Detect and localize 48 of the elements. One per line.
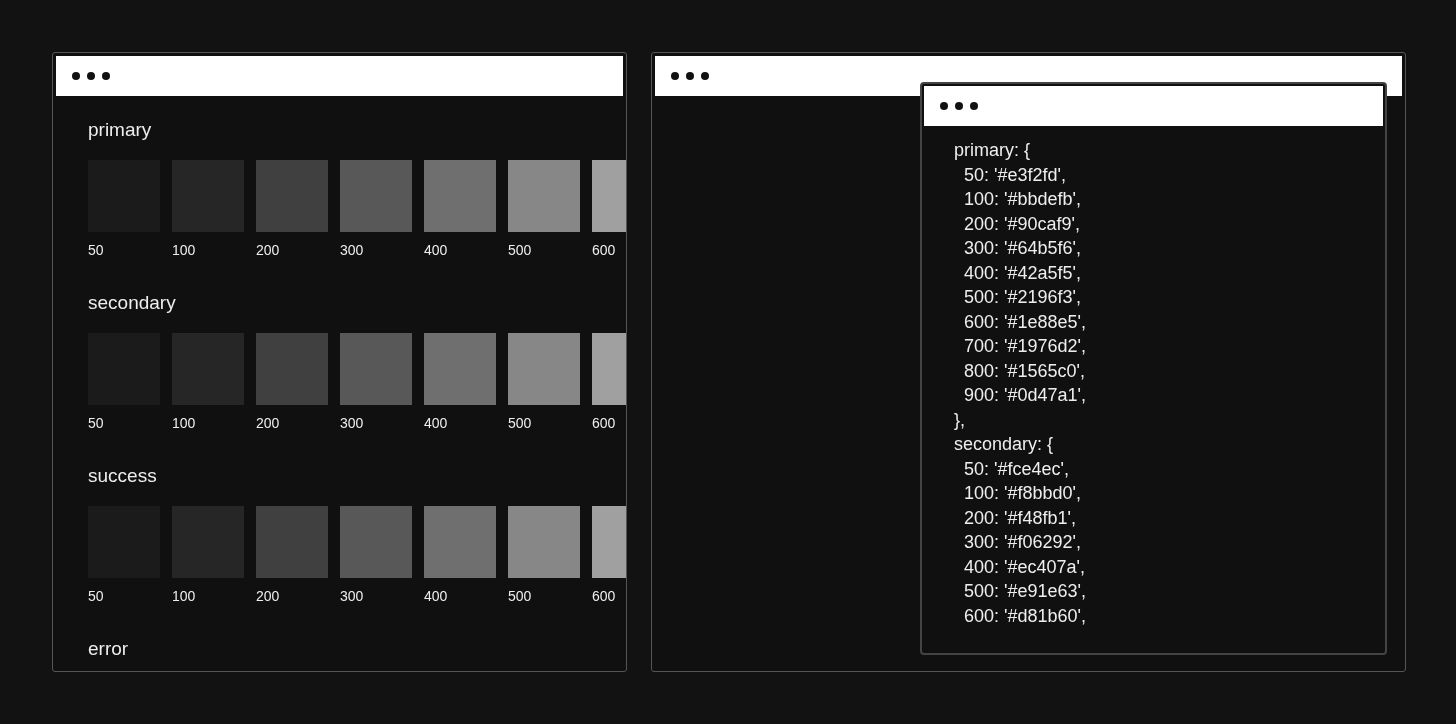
code-line: 300: '#64b5f6', [963,237,1081,260]
code-line: primary: { [954,139,1031,162]
palette-name: primary [88,118,152,142]
code-line: 400: '#42a5f5', [963,261,1081,285]
code-line: 200: '#f48fb1', [963,506,1076,530]
palette-name: secondary [88,291,176,315]
code-line: 300: '#f06292', [963,531,1081,554]
code-line: 800: '#1565c0', [963,359,1085,383]
swatch-label: 300 [340,588,364,604]
swatch-label: 300 [340,242,364,258]
swatch-label: 100 [172,242,196,258]
code-line: 400: '#ec407a', [963,555,1085,579]
code-line: }, [954,408,965,432]
code-line: 600: '#1e88e5', [963,310,1086,334]
swatch-label: 50 [88,242,104,258]
swatch-label: 400 [424,242,448,258]
code-line: 200: '#90caf9', [963,212,1080,236]
code-line: 50: '#fce4ec', [963,457,1069,481]
swatch-label: 100 [172,588,196,604]
swatch-label: 200 [256,415,280,431]
code-line: 900: '#0d47a1', [963,384,1086,407]
code-line: 600: '#d81b60', [963,604,1086,628]
swatch-label: 200 [256,588,280,604]
swatch-label: 100 [172,415,196,431]
code-line: secondary: { [954,433,1054,456]
dots-icon [671,72,709,80]
swatch-label: 500 [508,588,532,604]
swatch-label: 50 [88,588,104,604]
code-line: 500: '#e91e63', [963,580,1086,603]
code-line: 50: '#e3f2fd', [963,163,1066,187]
swatch-label: 50 [88,415,104,431]
swatch-label: 200 [256,242,280,258]
swatch-label: 500 [508,242,532,258]
palette-name: error [88,637,129,661]
code-line: 100: '#f8bbd0', [963,482,1081,505]
code-line: 100: '#bbdefb', [963,188,1081,211]
swatch-label: 600 [592,415,616,431]
swatch-label: 400 [424,415,448,431]
palette-name: success [88,464,157,488]
swatch-label: 300 [340,415,364,431]
swatch-label: 600 [592,242,616,258]
code-line: 700: '#1976d2', [963,335,1086,358]
dots-icon [940,102,978,110]
swatch-label: 400 [424,588,448,604]
swatch-label: 500 [508,415,532,431]
code-line: 500: '#2196f3', [963,286,1081,309]
dots-icon [72,72,110,80]
swatch-label: 600 [592,588,616,604]
